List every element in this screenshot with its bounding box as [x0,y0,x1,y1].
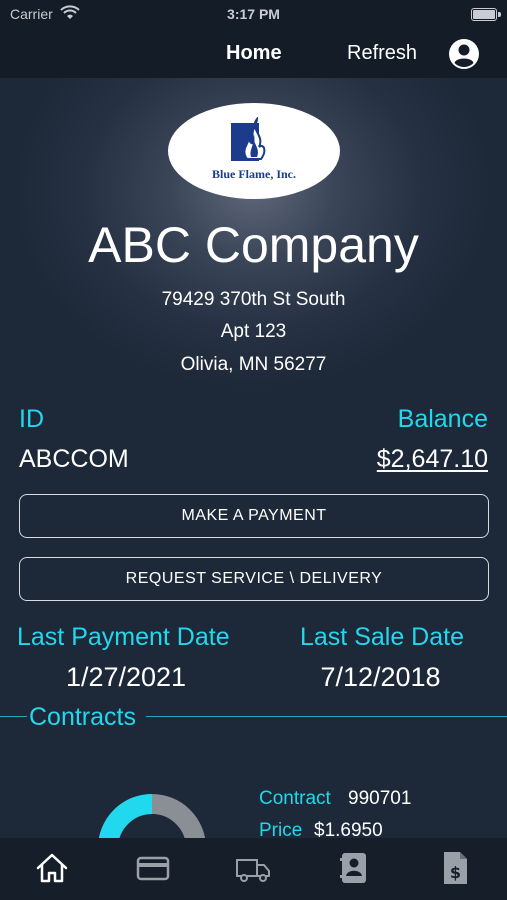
section-divider [0,716,27,717]
top-nav-bar: Home Refresh [0,30,507,78]
truck-icon [236,859,270,882]
invoice-dollar-icon: $ [444,852,467,884]
home-screen: Carrier 3:17 PM Home Refresh Blue Flame,… [0,0,507,900]
last-payment-date-label: Last Payment Date [17,623,230,651]
logo-text: Blue Flame, Inc. [212,167,296,181]
battery-icon [471,8,501,21]
tab-invoices[interactable]: $ [435,848,475,888]
last-payment-date-value: 1/27/2021 [65,662,187,692]
id-label: ID [19,405,44,433]
nav-home-link[interactable]: Home [226,42,282,65]
balance-label: Balance [397,405,488,433]
make-payment-button[interactable]: MAKE A PAYMENT [19,494,489,538]
company-logo: Blue Flame, Inc. [168,103,340,199]
contract-number-value: 990701 [348,788,412,809]
section-divider [146,716,507,717]
address-line-3: Olivia, MN 56277 [180,354,327,375]
tab-deliveries[interactable] [233,848,273,888]
contract-label: Contract [259,788,331,809]
home-icon [36,853,68,883]
company-name: ABC Company [88,217,419,273]
last-sale-date-label: Last Sale Date [300,623,464,651]
tab-home[interactable] [32,848,72,888]
contracts-section-title: Contracts [29,703,136,731]
address-line-2: Apt 123 [220,321,287,342]
address-line-1: 79429 370th St South [161,289,346,310]
flame-logo-icon [231,117,266,161]
tab-payments[interactable] [133,848,173,888]
contact-card-icon [340,853,366,883]
svg-text:$: $ [450,863,461,882]
bottom-tab-bar: $ [0,838,507,900]
status-time: 3:17 PM [227,6,280,22]
account-id-value: ABCCOM [19,445,129,473]
request-service-button[interactable]: REQUEST SERVICE \ DELIVERY [19,557,489,601]
tab-contacts[interactable] [334,848,374,888]
credit-card-icon [136,856,170,881]
nav-refresh-button[interactable]: Refresh [347,42,417,65]
account-circle-icon[interactable] [448,38,480,70]
status-bar: Carrier 3:17 PM [0,0,507,30]
last-sale-date-value: 7/12/2018 [320,662,441,692]
balance-link[interactable]: $2,647.10 [377,445,488,474]
